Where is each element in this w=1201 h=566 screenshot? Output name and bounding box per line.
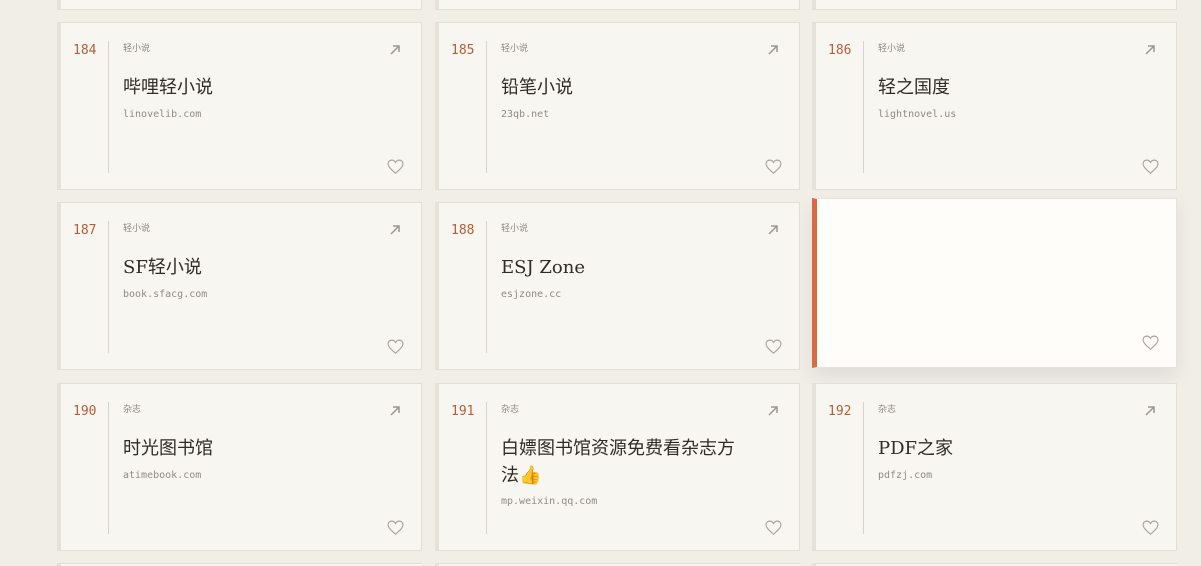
card-title[interactable]: PDF之家	[878, 435, 1126, 462]
card-title[interactable]: 铅笔小说	[501, 74, 749, 101]
card-category: 杂志	[878, 405, 897, 415]
card-domain: book.sfacg.com	[123, 289, 208, 300]
heart-icon[interactable]	[387, 520, 404, 535]
site-card-hovered[interactable]	[812, 198, 1177, 368]
card-title[interactable]: 哔哩轻小说	[123, 74, 371, 101]
card-category: 轻小说	[123, 224, 151, 234]
card-domain: esjzone.cc	[501, 289, 562, 300]
heart-icon[interactable]	[387, 159, 404, 174]
site-card[interactable]: 184 轻小说 哔哩轻小说 linovelib.com	[57, 22, 422, 190]
arrow-up-right-icon[interactable]	[389, 224, 401, 236]
site-card[interactable]: 190 杂志 时光图书馆 atimebook.com	[57, 383, 422, 551]
card-domain: pdfzj.com	[878, 470, 933, 481]
arrow-up-right-icon[interactable]	[767, 224, 779, 236]
card-number: 186	[828, 43, 852, 58]
card-domain: atimebook.com	[123, 470, 202, 481]
card-title[interactable]: ESJ Zone	[501, 254, 749, 281]
heart-icon[interactable]	[1142, 335, 1159, 350]
heart-icon[interactable]	[765, 520, 782, 535]
card-title[interactable]: SF轻小说	[123, 254, 371, 281]
card-number: 191	[451, 404, 475, 419]
site-card[interactable]: 186 轻小说 轻之国度 lightnovel.us	[812, 22, 1177, 190]
card-number: 184	[73, 43, 97, 58]
card-category: 杂志	[123, 405, 142, 415]
site-card[interactable]: 188 轻小说 ESJ Zone esjzone.cc	[435, 202, 800, 370]
card-title[interactable]: 白嫖图书馆资源免费看杂志方法👍	[501, 435, 749, 489]
card-number: 188	[451, 223, 475, 238]
heart-icon[interactable]	[1142, 159, 1159, 174]
site-card[interactable]: 191 杂志 白嫖图书馆资源免费看杂志方法👍 mp.weixin.qq.com	[435, 383, 800, 551]
site-card[interactable]: 185 轻小说 铅笔小说 23qb.net	[435, 22, 800, 190]
card-divider	[863, 41, 864, 173]
card-category: 杂志	[501, 405, 520, 415]
card-domain: lightnovel.us	[878, 109, 957, 120]
card-domain: mp.weixin.qq.com	[501, 496, 598, 507]
card-divider	[486, 41, 487, 173]
card-number: 185	[451, 43, 475, 58]
card-category: 轻小说	[123, 44, 151, 54]
card-divider	[863, 402, 864, 534]
heart-icon[interactable]	[1142, 520, 1159, 535]
card-divider	[108, 221, 109, 353]
card-divider	[486, 221, 487, 353]
arrow-up-right-icon[interactable]	[389, 44, 401, 56]
card-category: 轻小说	[501, 44, 529, 54]
card-divider	[108, 41, 109, 173]
heart-icon[interactable]	[765, 159, 782, 174]
arrow-up-right-icon[interactable]	[1144, 405, 1156, 417]
card-number: 190	[73, 404, 97, 419]
card-partial-top	[435, 0, 800, 10]
site-card[interactable]: 192 杂志 PDF之家 pdfzj.com	[812, 383, 1177, 551]
arrow-up-right-icon[interactable]	[767, 44, 779, 56]
heart-icon[interactable]	[765, 339, 782, 354]
card-title[interactable]: 轻之国度	[878, 74, 1126, 101]
card-partial-top	[812, 0, 1177, 10]
card-divider	[486, 402, 487, 534]
card-number: 187	[73, 223, 97, 238]
card-domain: linovelib.com	[123, 109, 202, 120]
card-divider	[108, 402, 109, 534]
card-category: 轻小说	[878, 44, 906, 54]
card-partial-top	[57, 0, 422, 10]
card-title[interactable]: 时光图书馆	[123, 435, 371, 462]
card-number: 192	[828, 404, 852, 419]
card-category: 轻小说	[501, 224, 529, 234]
heart-icon[interactable]	[387, 339, 404, 354]
arrow-up-right-icon[interactable]	[767, 405, 779, 417]
arrow-up-right-icon[interactable]	[389, 405, 401, 417]
arrow-up-right-icon[interactable]	[1144, 44, 1156, 56]
site-card[interactable]: 187 轻小说 SF轻小说 book.sfacg.com	[57, 202, 422, 370]
card-domain: 23qb.net	[501, 109, 550, 120]
